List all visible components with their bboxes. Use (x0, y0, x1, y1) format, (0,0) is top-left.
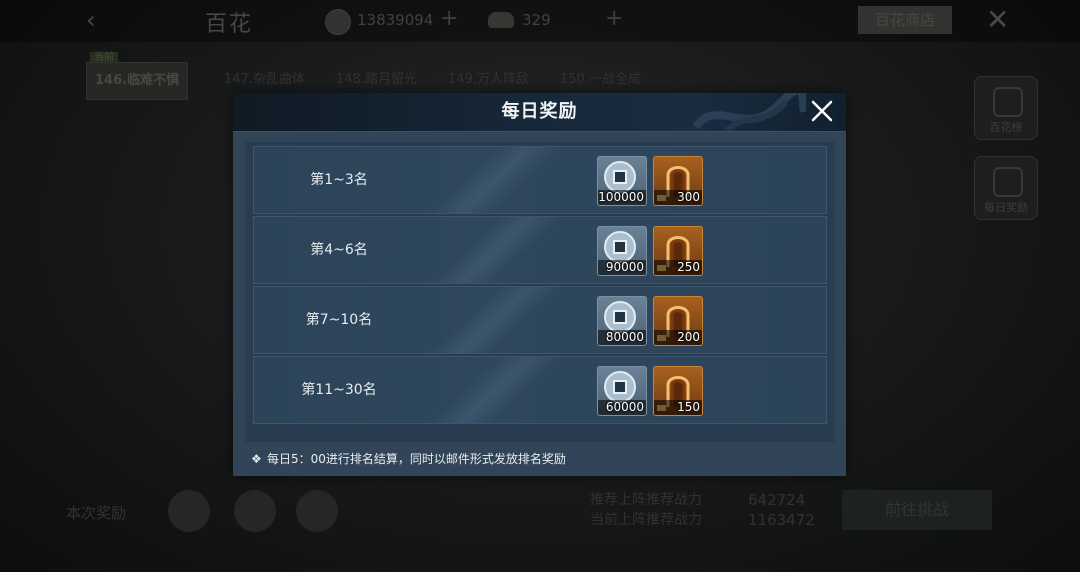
row-brush-decoration (403, 217, 605, 283)
settlement-note: ❖ 每日5：00进行排名结算，同时以邮件形式发放排名奖励 (251, 450, 566, 467)
diamond-bullet-icon: ❖ (251, 452, 262, 466)
reward-row: 第11~30名 60000 150 (253, 356, 827, 424)
daily-reward-dialog: 每日奖励 第1~3名 100000 300 第4~6名 90000 250 第7… (233, 93, 846, 476)
row-brush-decoration (403, 147, 605, 213)
copper-coin-item[interactable]: 60000 (597, 366, 647, 416)
item-count: 100000 (598, 190, 644, 204)
rank-range-label: 第7~10名 (305, 312, 373, 328)
item-count: 60000 (605, 400, 644, 414)
row-brush-decoration (403, 357, 605, 423)
copper-coin-item[interactable]: 90000 (597, 226, 647, 276)
gold-item[interactable]: 200 (653, 296, 703, 346)
gold-item[interactable]: 150 (653, 366, 703, 416)
reward-row: 第4~6名 90000 250 (253, 216, 827, 284)
dialog-title: 每日奖励 (501, 101, 578, 122)
copper-coin-item[interactable]: 100000 (597, 156, 647, 206)
rank-range-label: 第4~6名 (310, 242, 368, 258)
reward-row: 第7~10名 80000 200 (253, 286, 827, 354)
copper-coin-item[interactable]: 80000 (597, 296, 647, 346)
item-count: 200 (677, 330, 700, 344)
item-count: 90000 (605, 260, 644, 274)
reward-row: 第1~3名 100000 300 (253, 146, 827, 214)
gold-item[interactable]: 300 (653, 156, 703, 206)
item-count: 150 (677, 400, 700, 414)
item-count: 80000 (605, 330, 644, 344)
row-brush-decoration (403, 287, 605, 353)
item-count: 300 (677, 190, 700, 204)
settlement-note-text: 每日5：00进行排名结算，同时以邮件形式发放排名奖励 (267, 452, 566, 466)
reward-list: 第1~3名 100000 300 第4~6名 90000 250 第7~10名 … (245, 142, 835, 442)
rank-range-label: 第11~30名 (301, 382, 377, 398)
close-icon[interactable] (808, 97, 836, 125)
item-count: 250 (677, 260, 700, 274)
rank-range-label: 第1~3名 (310, 172, 368, 188)
dialog-header: 每日奖励 (233, 93, 846, 132)
gold-item[interactable]: 250 (653, 226, 703, 276)
